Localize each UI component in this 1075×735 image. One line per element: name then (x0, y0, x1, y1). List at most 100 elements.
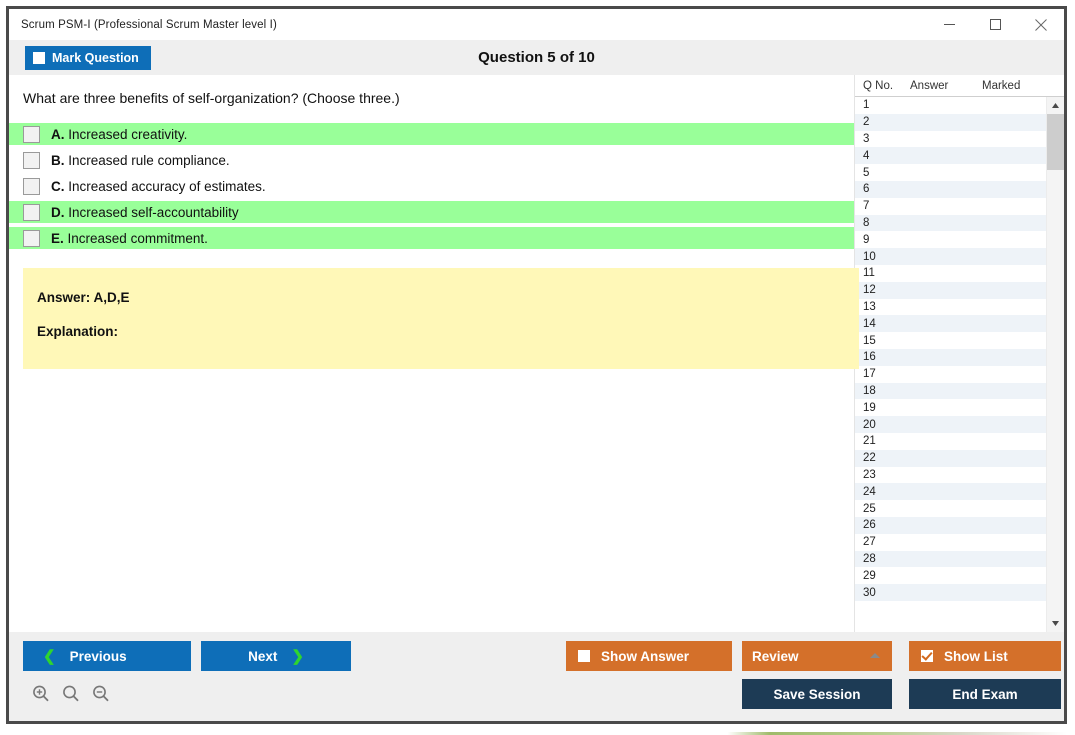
option-letter: C. (51, 178, 65, 194)
show-answer-label: Show Answer (601, 648, 690, 664)
mark-question-checkbox[interactable] (33, 51, 45, 64)
column-header-qno: Q No. (863, 79, 894, 92)
table-row[interactable]: 26 (855, 516, 1046, 534)
cell-qno: 29 (863, 569, 876, 582)
table-row[interactable]: 17 (855, 365, 1046, 383)
next-button[interactable]: Next ❯ (201, 641, 351, 671)
save-session-button[interactable]: Save Session (742, 679, 892, 709)
mark-question-label: Mark Question (52, 50, 139, 65)
chevron-up-icon (870, 653, 880, 658)
cell-qno: 2 (863, 116, 870, 129)
question-rows[interactable]: 1 2 3 4 5 6 7 8 9 10 11 12 13 14 15 16 17 18 19 20 21 22 23 24 2… (855, 97, 1046, 632)
cell-qno: 5 (863, 166, 870, 179)
table-row[interactable]: 5 (855, 164, 1046, 181)
minimize-icon[interactable] (926, 9, 972, 40)
save-session-label: Save Session (773, 686, 861, 702)
show-list-label: Show List (944, 648, 1008, 664)
close-icon[interactable] (1018, 9, 1064, 40)
option-row[interactable]: B. Increased rule compliance. (9, 149, 854, 171)
option-label: E. Increased commitment. (51, 231, 208, 246)
table-row[interactable]: 7 (855, 197, 1046, 215)
show-answer-button[interactable]: Show Answer (566, 641, 732, 671)
question-counter: Question 5 of 10 (478, 49, 595, 66)
option-label: D. Increased self-accountability (51, 205, 239, 220)
review-label: Review (752, 648, 799, 664)
table-row[interactable]: 23 (855, 466, 1046, 484)
table-row[interactable]: 25 (855, 500, 1046, 517)
option-row[interactable]: E. Increased commitment. (9, 227, 854, 250)
option-row[interactable]: C. Increased accuracy of estimates. (9, 175, 854, 197)
table-row[interactable]: 6 (855, 180, 1046, 198)
mark-question-button[interactable]: Mark Question (25, 45, 151, 70)
table-row[interactable]: 9 (855, 231, 1046, 249)
table-row[interactable]: 29 (855, 567, 1046, 585)
next-label: Next (248, 648, 278, 664)
chevron-left-icon: ❮ (43, 647, 56, 665)
show-list-button[interactable]: Show List (909, 641, 1061, 671)
zoom-reset-icon[interactable] (61, 684, 81, 709)
answer-line: Answer: A,D,E (37, 290, 130, 306)
table-row[interactable]: 21 (855, 432, 1046, 450)
column-header-answer: Answer (910, 79, 949, 92)
cell-qno: 25 (863, 502, 876, 515)
table-row[interactable]: 13 (855, 298, 1046, 316)
cell-qno: 13 (863, 300, 876, 313)
table-row[interactable]: 30 (855, 584, 1046, 601)
option-row[interactable]: A. Increased creativity. (9, 123, 854, 146)
table-row[interactable]: 2 (855, 113, 1046, 131)
review-dropdown[interactable]: Review (742, 641, 892, 671)
table-row[interactable]: 12 (855, 281, 1046, 299)
table-row[interactable]: 14 (855, 315, 1046, 333)
answer-explanation-panel: Answer: A,D,E Explanation: (23, 268, 859, 370)
show-list-checkbox[interactable] (921, 650, 933, 662)
table-row[interactable]: 1 (855, 97, 1046, 114)
table-row[interactable]: 24 (855, 483, 1046, 501)
maximize-icon[interactable] (972, 9, 1018, 40)
option-checkbox[interactable] (23, 229, 40, 247)
cell-qno: 6 (863, 183, 870, 196)
end-exam-label: End Exam (952, 686, 1018, 702)
table-row[interactable]: 4 (855, 147, 1046, 165)
table-row[interactable]: 10 (855, 248, 1046, 265)
scrollbar-track[interactable] (1047, 114, 1064, 615)
scroll-down-icon[interactable] (1047, 615, 1064, 632)
table-row[interactable]: 15 (855, 332, 1046, 349)
cell-qno: 7 (863, 200, 870, 213)
previous-button[interactable]: ❮ Previous (23, 641, 191, 671)
table-row[interactable]: 3 (855, 130, 1046, 148)
zoom-out-icon[interactable] (91, 684, 111, 709)
table-row[interactable]: 22 (855, 449, 1046, 467)
option-checkbox[interactable] (23, 177, 40, 195)
cell-qno: 11 (863, 267, 875, 280)
cell-qno: 28 (863, 552, 876, 565)
table-row[interactable]: 11 (855, 264, 1046, 282)
cell-qno: 14 (863, 317, 876, 330)
table-row[interactable]: 27 (855, 533, 1046, 551)
option-checkbox[interactable] (23, 151, 40, 169)
scroll-up-icon[interactable] (1047, 97, 1064, 114)
table-row[interactable]: 19 (855, 399, 1046, 417)
show-answer-checkbox[interactable] (578, 650, 590, 662)
zoom-in-icon[interactable] (31, 684, 51, 709)
window-controls (926, 9, 1064, 40)
cell-qno: 24 (863, 485, 876, 498)
cell-qno: 15 (863, 334, 876, 347)
cell-qno: 1 (863, 99, 870, 112)
table-row[interactable]: 16 (855, 348, 1046, 366)
question-list-scrollbar[interactable] (1046, 97, 1064, 632)
option-letter: E. (51, 230, 64, 246)
table-row[interactable]: 20 (855, 416, 1046, 433)
option-row[interactable]: D. Increased self-accountability (9, 201, 854, 224)
scrollbar-thumb[interactable] (1047, 114, 1064, 170)
explanation-line: Explanation: (37, 324, 119, 340)
table-row[interactable]: 18 (855, 382, 1046, 400)
cell-qno: 27 (863, 536, 876, 549)
option-checkbox[interactable] (23, 203, 40, 221)
option-checkbox[interactable] (23, 125, 40, 143)
cell-qno: 12 (863, 284, 876, 297)
end-exam-button[interactable]: End Exam (909, 679, 1061, 709)
table-row[interactable]: 28 (855, 550, 1046, 568)
exam-window: Scrum PSM-I (Professional Scrum Master l… (6, 6, 1067, 724)
exam-header-bar: Mark Question Question 5 of 10 (9, 40, 1064, 75)
table-row[interactable]: 8 (855, 214, 1046, 232)
